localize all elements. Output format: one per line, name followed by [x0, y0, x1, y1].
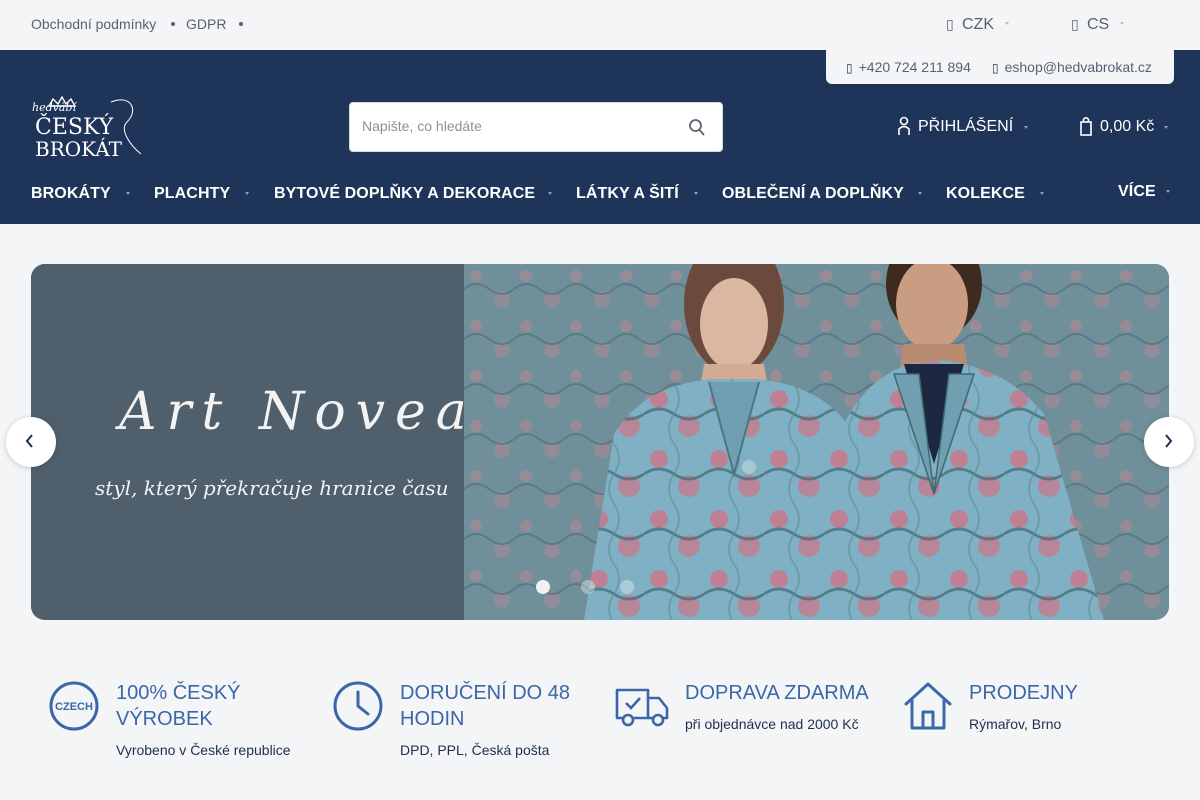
slide-dot-1[interactable] — [536, 580, 550, 594]
feature-subtitle: Vyrobeno v České republice — [116, 742, 291, 758]
banner-fashion-image — [464, 264, 1169, 620]
slider-next-button[interactable] — [1144, 417, 1194, 467]
gdpr-link[interactable]: GDPR — [186, 16, 226, 32]
cesky-brokat-logo[interactable]: hedvábí ČESKÝ BROKÁT — [31, 96, 143, 158]
separator-dot — [171, 22, 175, 26]
cart-total: 0,00 Kč — [1100, 118, 1155, 135]
chevron-down-icon — [1120, 22, 1124, 25]
banner-text-panel: Art Noveau styl, který překračuje hranic… — [31, 264, 521, 620]
chevron-down-icon — [694, 192, 698, 195]
feature-title: 100% ČESKÝ VÝROBEK — [116, 682, 241, 730]
nav-item-more[interactable]: VÍCE — [1118, 183, 1156, 201]
slider-prev-button[interactable] — [6, 417, 56, 467]
logo-line-cesky: ČESKÝ — [35, 113, 114, 140]
site-header: ▯ +420 724 211 894 ▯ eshop@hedvabrokat.cz … — [0, 50, 1200, 224]
banner-subtitle: styl, který překračuje hranice času — [95, 476, 449, 500]
user-icon — [898, 116, 910, 135]
chevron-down-icon — [918, 192, 922, 195]
terms-link[interactable]: Obchodní podmínky — [31, 16, 156, 32]
feature-subtitle: Rýmařov, Brno — [969, 716, 1062, 732]
chevron-down-icon — [1040, 192, 1044, 195]
chevron-left-icon — [25, 434, 33, 448]
email-link[interactable]: ▯ eshop@hedvabrokat.cz — [992, 59, 1152, 75]
login-label: PŘIHLÁŠENÍ — [918, 118, 1014, 135]
search-input[interactable] — [362, 118, 662, 134]
chevron-down-icon — [126, 192, 130, 195]
czech-badge-icon: CZECH — [49, 681, 99, 731]
nav-item-bytove-doplnky[interactable]: BYTOVÉ DOPLŇKY A DEKORACE — [274, 185, 535, 203]
language-icon: ▯ — [1071, 16, 1079, 32]
nav-item-plachty[interactable]: PLACHTY — [154, 185, 230, 203]
language-selector[interactable]: ▯ CS — [1071, 16, 1109, 34]
chevron-down-icon — [1166, 190, 1170, 193]
cart-button[interactable]: 0,00 Kč — [1080, 116, 1154, 136]
chevron-down-icon — [548, 192, 552, 195]
cart-bag-icon — [1080, 116, 1092, 136]
chevron-right-icon — [1165, 434, 1173, 448]
feature-title: DORUČENÍ DO 48 HODIN — [400, 682, 571, 730]
email-address: eshop@hedvabrokat.cz — [1004, 59, 1152, 75]
nav-item-brokaty[interactable]: BROKÁTY — [31, 185, 111, 203]
chevron-down-icon — [245, 192, 249, 195]
currency-selector[interactable]: ▯ CZK — [946, 16, 994, 34]
nav-item-latky-a-siti[interactable]: LÁTKY A ŠITÍ — [576, 185, 679, 203]
phone-number: +420 724 211 894 — [858, 59, 971, 75]
feature-title: PRODEJNY — [969, 682, 1078, 704]
search-icon[interactable] — [688, 118, 706, 138]
currency-icon: ▯ — [946, 16, 954, 32]
phone-link[interactable]: ▯ +420 724 211 894 — [846, 59, 971, 75]
czech-badge-text: CZECH — [55, 701, 93, 713]
slide-dot-2[interactable] — [581, 580, 595, 594]
contact-bar: ▯ +420 724 211 894 ▯ eshop@hedvabrokat.cz — [826, 50, 1174, 84]
login-button[interactable]: PŘIHLÁŠENÍ — [898, 116, 1013, 136]
top-bar: Obchodní podmínky GDPR ▯ CZK ▯ CS — [0, 0, 1200, 50]
search-box — [349, 102, 723, 152]
chevron-down-icon — [1164, 126, 1168, 129]
email-icon: ▯ — [992, 61, 999, 75]
language-value: CS — [1087, 16, 1110, 33]
banner-title: Art Noveau — [119, 382, 521, 442]
currency-value: CZK — [962, 16, 994, 33]
hero-banner[interactable]: Art Noveau styl, který překračuje hranic… — [31, 264, 1169, 620]
store-house-icon — [904, 682, 952, 730]
clock-icon — [333, 681, 383, 731]
nav-item-obleceni[interactable]: OBLEČENÍ A DOPLŇKY — [722, 185, 904, 203]
feature-title: DOPRAVA ZDARMA — [685, 682, 869, 704]
slide-dot-3[interactable] — [620, 580, 634, 594]
logo-line-brokat: BROKÁT — [35, 137, 123, 158]
phone-icon: ▯ — [846, 61, 853, 75]
main-navigation: BROKÁTY PLACHTY BYTOVÉ DOPLŇKY A DEKORAC… — [0, 178, 1200, 212]
chevron-down-icon — [1005, 22, 1009, 25]
chevron-down-icon — [1024, 126, 1028, 129]
feature-subtitle: při objednávce nad 2000 Kč — [685, 716, 859, 732]
feature-subtitle: DPD, PPL, Česká pošta — [400, 742, 550, 758]
nav-item-kolekce[interactable]: KOLEKCE — [946, 185, 1025, 203]
separator-dot — [239, 22, 243, 26]
delivery-truck-icon — [615, 688, 669, 727]
logo-script: hedvábí — [32, 101, 77, 114]
